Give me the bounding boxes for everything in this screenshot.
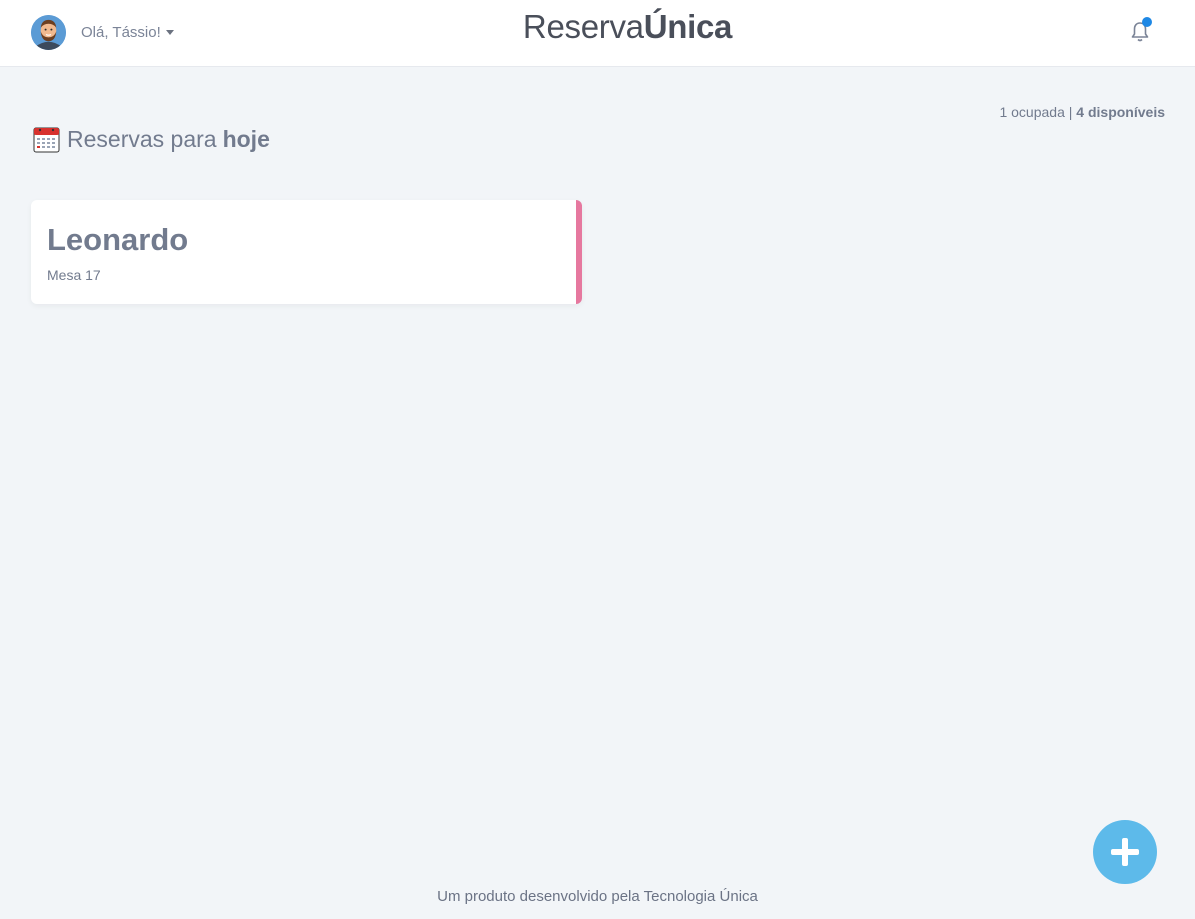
notification-badge	[1142, 17, 1152, 27]
title-prefix: Reservas para	[67, 125, 217, 152]
add-reservation-button[interactable]	[1093, 820, 1157, 884]
brand-bold: Única	[643, 8, 733, 45]
footer-text: Um produto desenvolvido pela Tecnologia …	[437, 888, 758, 905]
occupancy-summary: 1 ocupada | 4 disponíveis	[999, 104, 1165, 120]
page-title: Reservas para hoje	[33, 124, 270, 154]
reservation-card[interactable]: Leonardo Mesa 17	[31, 200, 582, 304]
available-count: 4 disponíveis	[1076, 104, 1165, 120]
brand-regular: Reserva	[522, 8, 644, 45]
occupied-count: 1 ocupada	[999, 104, 1065, 120]
summary-separator: |	[1064, 104, 1077, 120]
top-navbar: Olá, Tássio! ReservaÚnica	[0, 0, 1195, 67]
brand-logo: ReservaÚnica	[0, 8, 1195, 46]
reservation-name: Leonardo	[47, 222, 189, 257]
reservation-table: Mesa 17	[47, 267, 101, 283]
calendar-icon	[33, 127, 60, 152]
title-bold: hoje	[222, 125, 270, 152]
